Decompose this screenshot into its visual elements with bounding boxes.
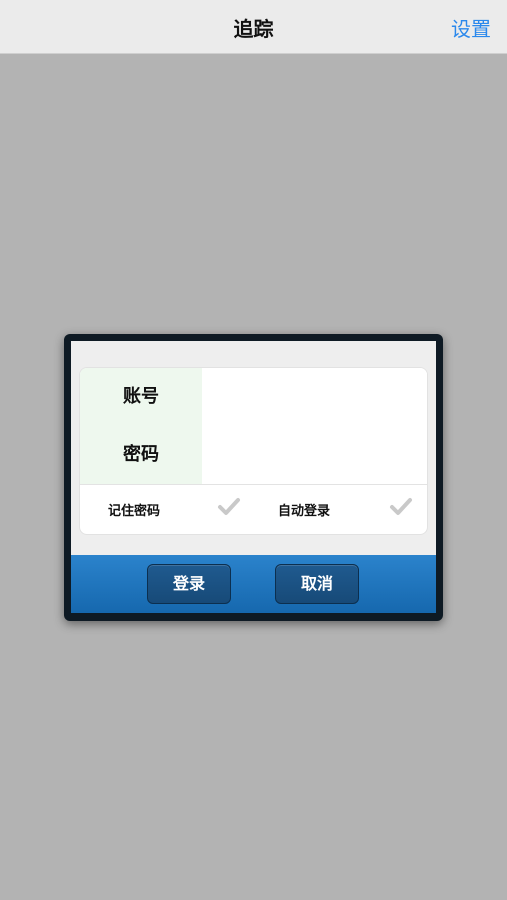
account-label: 账号	[80, 368, 202, 426]
account-input[interactable]	[202, 368, 427, 426]
login-dialog-body: 账号 密码 记住密码 自动登录	[71, 341, 436, 555]
password-label: 密码	[80, 426, 202, 484]
password-row: 密码	[80, 426, 427, 485]
auto-login-label: 自动登录	[278, 504, 331, 519]
options-row: 记住密码 自动登录	[80, 485, 427, 534]
auto-login-checkbox[interactable]: 自动登录	[250, 485, 427, 534]
dialog-footer: 登录 取消	[71, 555, 436, 613]
login-button[interactable]: 登录	[147, 564, 231, 604]
settings-button[interactable]: 设置	[451, 13, 491, 42]
account-row: 账号	[80, 368, 427, 427]
remember-password-checkbox[interactable]: 记住密码	[80, 485, 250, 534]
navigation-bar: 追踪 设置	[0, 0, 507, 54]
login-dialog: 账号 密码 记住密码 自动登录 登录 取消	[64, 334, 443, 621]
cancel-button[interactable]: 取消	[275, 564, 359, 604]
page-title: 追踪	[233, 17, 274, 41]
remember-password-label: 记住密码	[108, 504, 161, 519]
checkmark-icon	[390, 498, 412, 515]
password-input[interactable]	[202, 426, 427, 484]
login-form: 账号 密码 记住密码 自动登录	[79, 367, 428, 535]
checkmark-icon	[218, 498, 240, 515]
